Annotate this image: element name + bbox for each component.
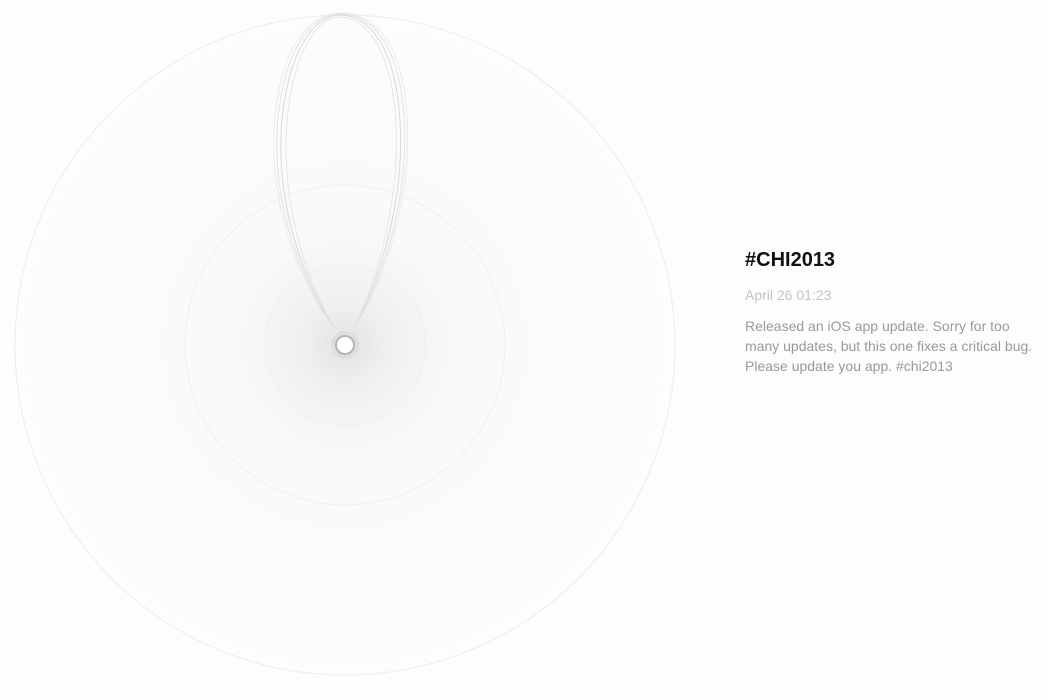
center-node[interactable]: [335, 335, 355, 355]
hashtag-title: #CHI2013: [745, 249, 836, 271]
visualization-page: #CHI2013 April 26 01:23 Released an iOS …: [0, 0, 1048, 700]
radial-visualization: [14, 12, 676, 676]
timestamp: April 26 01:23: [745, 287, 832, 303]
tweet-message: Released an iOS app update. Sorry for to…: [745, 318, 1033, 374]
info-panel: #CHI2013 April 26 01:23 Released an iOS …: [745, 248, 1045, 376]
